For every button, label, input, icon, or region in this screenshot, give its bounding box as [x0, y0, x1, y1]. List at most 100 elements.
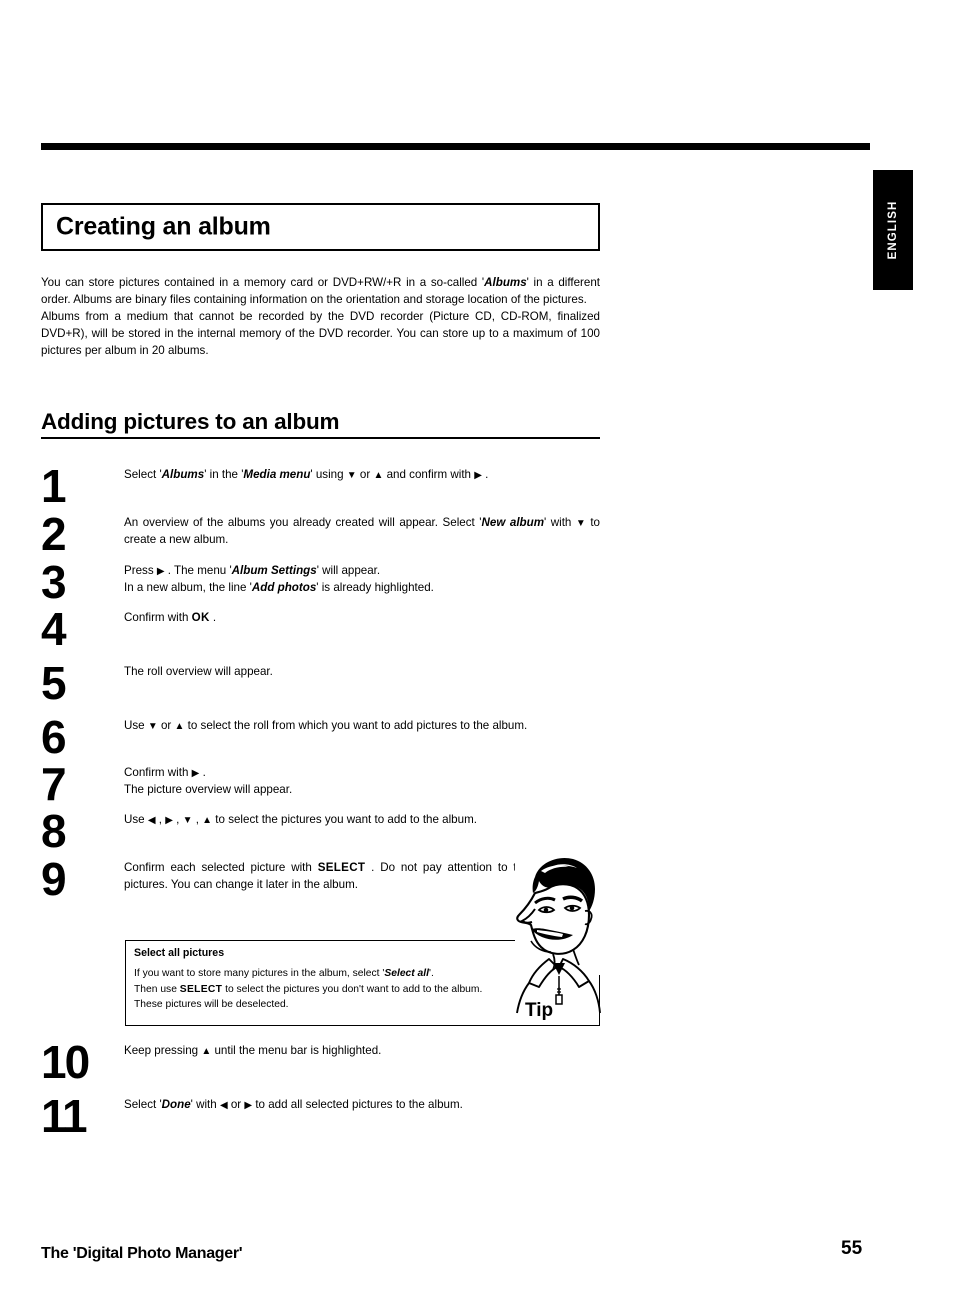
step-number: 6 [41, 711, 67, 763]
step3-l1-pre: Press [124, 564, 157, 577]
step-text: Select 'Done' with ◀ or ▶ to add all sel… [124, 1096, 600, 1140]
step7-l1-post: . [199, 766, 206, 779]
step3-l1-post: ' will appear. [316, 564, 381, 577]
step11-mid2: or [227, 1098, 245, 1111]
step-item: 11 Select 'Done' with ◀ or ▶ to add all … [41, 1090, 600, 1150]
step-number: 7 [41, 758, 67, 810]
step-number: 9 [41, 853, 67, 905]
arrow-up-icon: ▲ [202, 815, 213, 826]
page-number: 55 [841, 1238, 863, 1259]
step3-line2: In a new album, the line 'Add photos' is… [124, 579, 600, 596]
step-number: 2 [41, 508, 67, 560]
step1-mid3: or [356, 468, 374, 481]
arrow-down-icon: ▼ [147, 721, 158, 732]
step1-mid4: and confirm with [383, 468, 475, 481]
step8-mid1: , [155, 813, 166, 826]
step-list: 1 Select 'Albums' in the 'Media menu' us… [41, 463, 600, 919]
step-number: 4 [41, 603, 67, 655]
step-item: 2 An overview of the albums you already … [41, 508, 600, 562]
step11-em-done: Done [161, 1098, 191, 1111]
step-list-continued: 10 Keep pressing ▲ until the menu bar is… [41, 1036, 600, 1150]
intro-p1-emphasis: Albums [484, 276, 527, 289]
step-number: 10 [41, 1036, 90, 1088]
intro-text: You can store pictures contained in a me… [41, 274, 600, 359]
section-heading: Adding pictures to an album [41, 409, 600, 439]
step3-l2-pre: In a new album, the line ' [124, 581, 252, 595]
arrow-right-icon: ▶ [165, 815, 173, 826]
step-text: The roll overview will appear. [124, 665, 273, 678]
step1-em-media-menu: Media menu [243, 468, 311, 481]
step-text: An overview of the albums you already cr… [124, 514, 600, 558]
tip-em-select-all: Select all [384, 968, 430, 980]
tip-l2-pre: Then use [134, 983, 180, 995]
chapter-title-box: Creating an album [41, 203, 600, 251]
arrow-right-icon: ▶ [244, 1100, 253, 1111]
step11-mid1: ' with [190, 1098, 220, 1111]
arrow-right-icon: ▶ [474, 470, 482, 481]
step2-pre: An overview of the albums you already cr… [124, 516, 482, 529]
step9-key-select: SELECT [317, 861, 366, 874]
step1-mid2: ' using [310, 468, 347, 481]
step3-l2-post: ' is already highlighted. [316, 581, 434, 595]
arrow-left-icon: ◀ [219, 1100, 228, 1111]
step-text: Use ◀ , ▶ , ▼ , ▲ to select the pictures… [124, 811, 600, 855]
step4-key-ok: OK [191, 611, 210, 624]
language-tab-label: ENGLISH [887, 200, 899, 260]
step11-pre: Select ' [124, 1098, 162, 1111]
header-rule [41, 143, 870, 150]
page-title: Creating an album [56, 212, 271, 241]
step-text: Use ▼ or ▲ to select the roll from which… [124, 717, 600, 761]
step1-em-albums: Albums [161, 468, 205, 481]
step-item: 7 Confirm with ▶ . The picture overview … [41, 758, 600, 811]
step8-mid3: , [192, 813, 203, 826]
arrow-up-icon: ▲ [201, 1046, 212, 1057]
step11-post: to add all selected pictures to the albu… [252, 1098, 463, 1111]
step-number: 11 [41, 1090, 88, 1142]
step-text: Confirm with OK . [124, 609, 600, 653]
tip-l1-pre: If you want to store many pictures in th… [134, 968, 385, 980]
step10-pre: Keep pressing [124, 1044, 202, 1057]
step-number: 8 [41, 805, 67, 857]
step2-em-new-album: New album [481, 516, 545, 529]
step-item: 6 Use ▼ or ▲ to select the roll from whi… [41, 711, 600, 764]
step6-pre: Use [124, 719, 148, 732]
step3-l1-mid: . The menu ' [164, 564, 232, 577]
step8-pre: Use [124, 813, 148, 826]
section-heading-label: Adding pictures to an album [41, 409, 340, 434]
step3-em-album-settings: Album Settings [231, 564, 317, 577]
step6-mid1: or [157, 719, 175, 732]
step7-line1: Confirm with ▶ . [124, 764, 600, 781]
arrow-right-icon: ▶ [156, 566, 165, 577]
step8-mid2: , [172, 813, 183, 826]
step3-line1: Press ▶ . The menu 'Album Settings' will… [124, 562, 600, 579]
step-text: Press ▶ . The menu 'Album Settings' will… [124, 562, 600, 606]
step10-post: until the menu bar is highlighted. [211, 1044, 382, 1057]
step1-pre: Select ' [124, 468, 162, 481]
step-item: 3 Press ▶ . The menu 'Album Settings' wi… [41, 556, 600, 609]
step6-post: to select the roll from which you want t… [184, 719, 528, 732]
step-number: 5 [41, 657, 67, 709]
step-item: 8 Use ◀ , ▶ , ▼ , ▲ to select the pictur… [41, 805, 600, 859]
language-tab: ENGLISH [873, 170, 913, 290]
tip-l1-post: '. [429, 968, 434, 980]
step4-post: . [209, 611, 217, 624]
step-number: 3 [41, 556, 67, 608]
step7-l1-pre: Confirm with [124, 766, 192, 779]
arrow-left-icon: ◀ [147, 815, 156, 826]
step-item: 10 Keep pressing ▲ until the menu bar is… [41, 1036, 600, 1096]
intro-p1-pre: You can store pictures contained in a me… [41, 276, 485, 289]
intro-paragraph-2: Albums from a medium that cannot be reco… [41, 310, 600, 358]
arrow-up-icon: ▲ [373, 470, 384, 481]
step-text: Select 'Albums' in the 'Media menu' usin… [124, 466, 600, 510]
tip-l2-post: to select the pictures you don't want to… [222, 983, 483, 995]
footer-title: The 'Digital Photo Manager' [41, 1245, 243, 1262]
step-item: 1 Select 'Albums' in the 'Media menu' us… [41, 463, 600, 514]
step-item: 4 Confirm with OK . [41, 603, 600, 663]
arrow-down-icon: ▼ [346, 470, 357, 481]
tip-key-select: SELECT [179, 983, 223, 995]
step8-post: to select the pictures you want to add t… [212, 813, 477, 826]
arrow-down-icon: ▼ [182, 815, 193, 826]
intro-paragraph-1: You can store pictures contained in a me… [41, 274, 600, 308]
step7-line2: The picture overview will appear. [124, 783, 293, 797]
step4-pre: Confirm with [124, 611, 192, 624]
